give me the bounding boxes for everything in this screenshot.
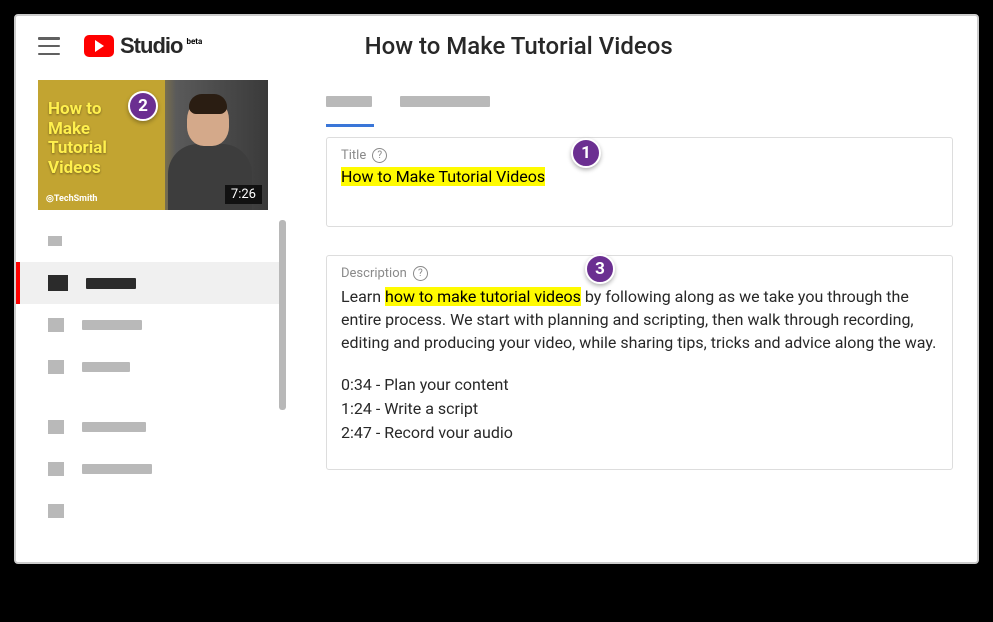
- title-card[interactable]: 1 Title ? How to Make Tutorial Videos: [326, 137, 953, 227]
- page-title: How to Make Tutorial Videos: [202, 32, 835, 60]
- nav-item[interactable]: [16, 304, 286, 346]
- nav-label-placeholder: [82, 422, 146, 432]
- nav-icon-placeholder: [48, 462, 64, 476]
- main-content: 1 Title ? How to Make Tutorial Videos 3 …: [286, 76, 977, 562]
- youtube-studio-logo[interactable]: Studio beta: [84, 33, 202, 59]
- nav-item[interactable]: [16, 406, 286, 448]
- nav-icon-placeholder: [48, 275, 68, 291]
- timestamp-line: 1:24 - Write a script: [341, 397, 938, 421]
- help-icon[interactable]: ?: [372, 148, 387, 163]
- tab-placeholder-active[interactable]: [326, 96, 372, 107]
- nav-item[interactable]: [16, 490, 286, 532]
- thumb-title: How to Make Tutorial Videos: [48, 100, 107, 178]
- sidebar: How to Make Tutorial Videos ◎TechSmith 7…: [16, 76, 286, 562]
- description-field-label: Description ?: [341, 266, 938, 281]
- hamburger-menu-icon[interactable]: [38, 37, 60, 55]
- nav-item-active[interactable]: [16, 262, 286, 304]
- title-highlight: How to Make Tutorial Videos: [341, 167, 545, 186]
- annotation-badge-3: 3: [585, 254, 615, 284]
- annotation-badge-1: 1: [571, 138, 601, 168]
- title-field-value[interactable]: How to Make Tutorial Videos: [341, 167, 938, 186]
- title-field-label: Title ?: [341, 148, 938, 163]
- tab-placeholder[interactable]: [400, 96, 490, 107]
- nav-item[interactable]: [16, 346, 286, 388]
- nav-icon-placeholder: [48, 236, 62, 246]
- description-card[interactable]: 3 Description ? Learn how to make tutori…: [326, 255, 953, 470]
- active-tab-underline: [326, 124, 374, 127]
- thumb-brand: ◎TechSmith: [46, 194, 97, 204]
- body: How to Make Tutorial Videos ◎TechSmith 7…: [16, 76, 977, 562]
- nav-item[interactable]: [16, 448, 286, 490]
- nav-item[interactable]: [16, 220, 286, 262]
- nav-icon-placeholder: [48, 420, 64, 434]
- sidebar-nav: [16, 220, 286, 532]
- timestamp-line: 0:34 - Plan your content: [341, 373, 938, 397]
- timestamp-line: 2:47 - Record vour audio: [341, 421, 938, 445]
- thumb-duration: 7:26: [225, 185, 262, 204]
- help-icon[interactable]: ?: [413, 266, 428, 281]
- studio-window: Studio beta How to Make Tutorial Videos …: [14, 14, 979, 564]
- nav-label-placeholder: [86, 278, 136, 289]
- youtube-icon: [84, 35, 114, 57]
- description-timestamps: 0:34 - Plan your content 1:24 - Write a …: [341, 373, 938, 445]
- nav-icon-placeholder: [48, 360, 64, 374]
- description-field-value[interactable]: Learn how to make tutorial videos by fol…: [341, 285, 938, 445]
- description-highlight: how to make tutorial videos: [385, 287, 581, 306]
- sidebar-scrollbar[interactable]: [279, 220, 286, 410]
- nav-icon-placeholder: [48, 504, 64, 518]
- header: Studio beta How to Make Tutorial Videos: [16, 16, 977, 76]
- nav-icon-placeholder: [48, 318, 64, 332]
- logo-text: Studio: [120, 33, 182, 59]
- annotation-badge-2: 2: [128, 91, 158, 121]
- logo-beta-tag: beta: [186, 37, 202, 46]
- nav-label-placeholder: [82, 362, 130, 372]
- nav-label-placeholder: [82, 464, 152, 474]
- tab-row: [326, 82, 953, 107]
- nav-label-placeholder: [82, 320, 142, 330]
